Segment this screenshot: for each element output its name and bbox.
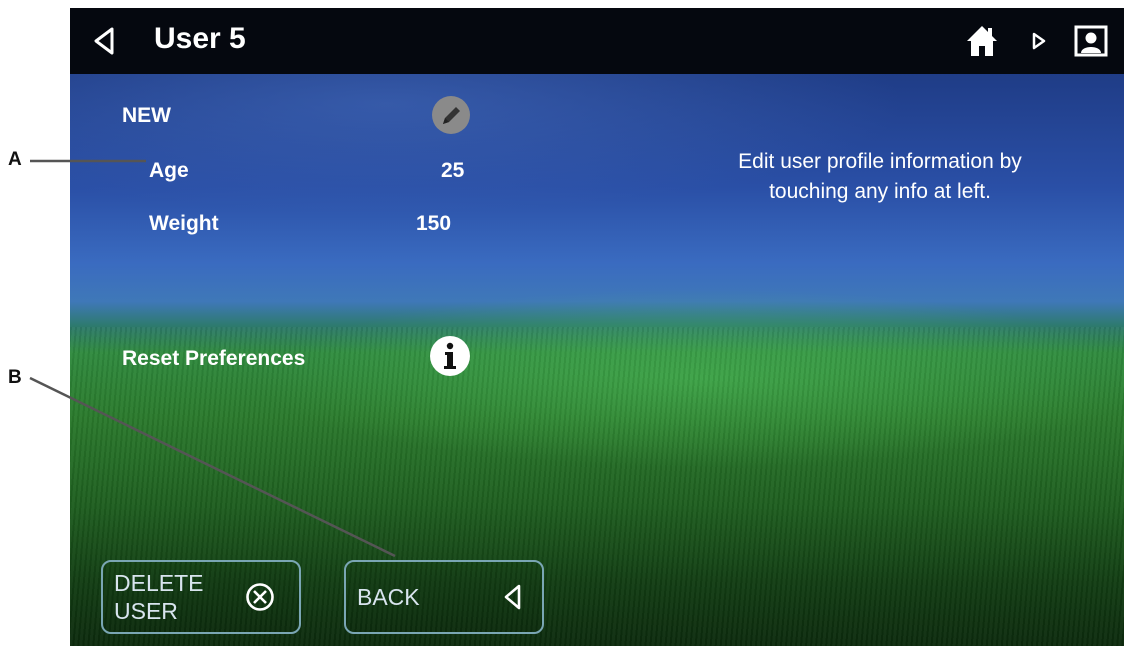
weight-label[interactable]: Weight [149,212,219,236]
age-label[interactable]: Age [149,159,189,183]
chevron-left-icon[interactable] [90,26,118,56]
help-text-line-2: touching any info at left. [769,180,991,203]
weight-value[interactable]: 150 [416,212,451,236]
pencil-icon[interactable] [431,95,471,135]
delete-user-label-line-2: USER [114,598,178,624]
callout-label-b: B [8,367,22,388]
page-title: User 5 [154,22,246,55]
back-button[interactable]: BACK [344,560,544,634]
home-icon[interactable] [965,24,999,58]
callout-label-a: A [8,149,22,170]
help-text-line-1: Edit user profile information by [738,150,1022,173]
help-text: Edit user profile information by touchin… [670,147,1090,207]
play-icon[interactable] [1032,32,1046,50]
device-screen: User 5 NEW Age 25 Weight 150 Reset Prefe… [70,8,1124,646]
chevron-left-icon [504,584,521,610]
new-user-label[interactable]: NEW [122,104,171,128]
profile-icon[interactable] [1074,25,1108,57]
back-button-label: BACK [357,584,420,610]
delete-user-label-line-1: DELETE [114,570,204,596]
circle-x-icon [246,583,274,611]
reset-preferences-label[interactable]: Reset Preferences [122,347,305,371]
age-value[interactable]: 25 [441,159,464,183]
top-bar: User 5 [70,8,1124,74]
delete-user-button[interactable]: DELETE USER [101,560,301,634]
info-icon[interactable] [429,335,471,377]
